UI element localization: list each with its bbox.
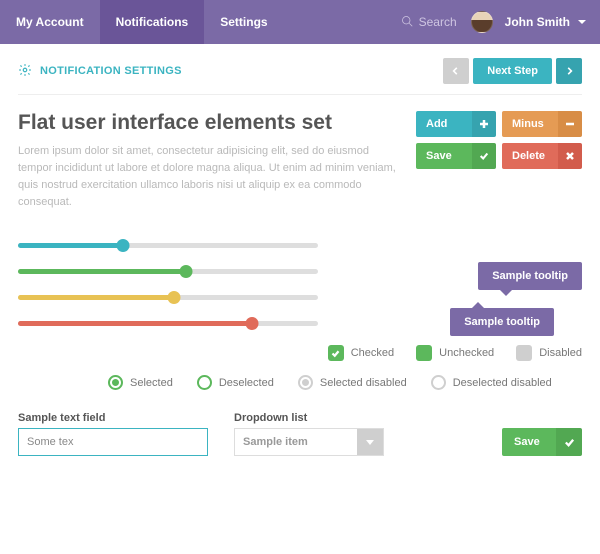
avatar — [471, 11, 493, 33]
checkbox-disabled: Disabled — [516, 345, 582, 361]
save-button[interactable]: Save — [416, 143, 496, 169]
plus-icon — [472, 111, 496, 137]
text-field-label: Sample text field — [18, 412, 208, 424]
nav-my-account[interactable]: My Account — [0, 0, 100, 44]
radio-deselected-disabled: Deselected disabled — [431, 375, 552, 390]
search-icon — [401, 15, 413, 30]
minus-button[interactable]: Minus — [502, 111, 582, 137]
tooltip-1: Sample tooltip — [478, 262, 582, 290]
tooltip-group: Sample tooltip Sample tooltip — [450, 262, 582, 336]
checkbox-group: Checked Unchecked Disabled — [18, 345, 582, 361]
chevron-down-icon — [578, 20, 586, 24]
radio-selected-disabled: Selected disabled — [298, 375, 407, 390]
radio-icon — [431, 375, 446, 390]
sliders-group — [18, 239, 318, 329]
form-save-button[interactable]: Save — [502, 428, 582, 456]
form-row: Sample text field Dropdown list Sample i… — [18, 412, 582, 456]
delete-button[interactable]: Delete — [502, 143, 582, 169]
slider-4[interactable] — [18, 317, 318, 329]
search-label: Search — [419, 15, 457, 29]
radio-deselected[interactable]: Deselected — [197, 375, 274, 390]
radio-selected[interactable]: Selected — [108, 375, 173, 390]
radio-icon — [298, 375, 313, 390]
minus-icon — [558, 111, 582, 137]
radio-icon — [197, 375, 212, 390]
radio-group: Selected Deselected Selected disabled De… — [18, 375, 582, 390]
page-title: Flat user interface elements set — [18, 111, 396, 135]
slider-2[interactable] — [18, 265, 318, 277]
checkbox-icon — [516, 345, 532, 361]
slider-1[interactable] — [18, 239, 318, 251]
check-icon — [472, 143, 496, 169]
chevron-down-icon — [357, 429, 383, 455]
check-icon — [556, 428, 582, 456]
checkbox-unchecked[interactable]: Unchecked — [416, 345, 494, 361]
sample-text-input[interactable] — [18, 428, 208, 456]
page-subtitle: NOTIFICATION SETTINGS — [18, 63, 182, 80]
sub-header: NOTIFICATION SETTINGS Next Step — [0, 44, 600, 94]
nav-notifications[interactable]: Notifications — [100, 0, 205, 44]
gear-icon — [18, 63, 32, 80]
pager: Next Step — [443, 58, 582, 84]
next-step-button[interactable]: Next Step — [473, 58, 552, 84]
checkbox-icon — [416, 345, 432, 361]
search-button[interactable]: Search — [401, 15, 471, 30]
dropdown-label: Dropdown list — [234, 412, 384, 424]
user-name: John Smith — [505, 15, 570, 29]
close-icon — [558, 143, 582, 169]
prev-step-button[interactable] — [443, 58, 469, 84]
dropdown-value: Sample item — [235, 436, 357, 448]
add-button[interactable]: Add — [416, 111, 496, 137]
nav-settings[interactable]: Settings — [204, 0, 283, 44]
tooltip-2: Sample tooltip — [450, 308, 554, 336]
user-menu[interactable]: John Smith — [471, 11, 600, 33]
dropdown-list[interactable]: Sample item — [234, 428, 384, 456]
top-nav: My Account Notifications Settings Search… — [0, 0, 600, 44]
next-step-arrow[interactable] — [556, 58, 582, 84]
description-text: Lorem ipsum dolor sit amet, consectetur … — [18, 143, 396, 211]
radio-icon — [108, 375, 123, 390]
checkbox-checked[interactable]: Checked — [328, 345, 394, 361]
action-buttons: Add Minus Save Delete — [416, 111, 582, 211]
checkbox-icon — [328, 345, 344, 361]
slider-3[interactable] — [18, 291, 318, 303]
